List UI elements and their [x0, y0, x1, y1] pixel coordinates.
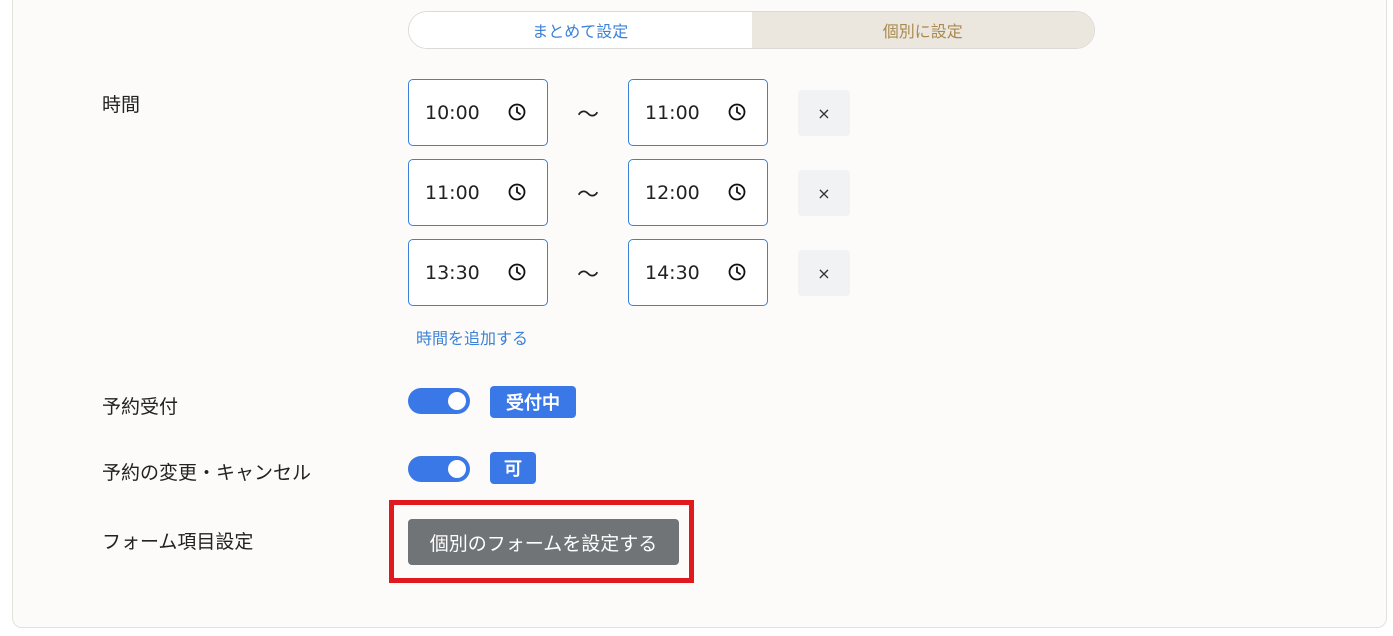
clock-icon — [728, 103, 746, 121]
form-settings-label: フォーム項目設定 — [102, 531, 254, 553]
toggle-knob — [448, 460, 466, 478]
end-time-value: 12:00 — [645, 181, 700, 204]
change-cancel-label: 予約の変更・キャンセル — [102, 462, 312, 484]
clock-icon — [508, 263, 526, 281]
clock-icon — [508, 103, 526, 121]
start-time-input-2[interactable]: 11:00 — [408, 159, 548, 226]
end-time-input-3[interactable]: 14:30 — [628, 239, 768, 306]
clock-icon — [728, 183, 746, 201]
reservation-toggle[interactable] — [408, 388, 470, 414]
end-time-value: 14:30 — [645, 261, 700, 284]
change-cancel-toggle[interactable] — [408, 456, 470, 482]
add-time-link[interactable]: 時間を追加する — [416, 325, 528, 349]
range-separator: 〜 — [576, 103, 599, 128]
delete-time-button-2[interactable]: × — [798, 170, 850, 216]
start-time-input-1[interactable]: 10:00 — [408, 79, 548, 146]
setting-mode-toggle: まとめて設定 個別に設定 — [408, 11, 1095, 49]
toggle-knob — [448, 392, 466, 410]
change-cancel-status-badge: 可 — [490, 452, 536, 484]
range-separator: 〜 — [576, 183, 599, 208]
end-time-value: 11:00 — [645, 101, 700, 124]
clock-icon — [508, 183, 526, 201]
delete-time-button-3[interactable]: × — [798, 250, 850, 296]
individual-form-button[interactable]: 個別のフォームを設定する — [408, 519, 679, 565]
start-time-value: 10:00 — [425, 101, 480, 124]
time-label: 時間 — [102, 94, 141, 116]
start-time-value: 13:30 — [425, 261, 480, 284]
reservation-label: 予約受付 — [102, 396, 179, 418]
clock-icon — [728, 263, 746, 281]
start-time-value: 11:00 — [425, 181, 480, 204]
start-time-input-3[interactable]: 13:30 — [408, 239, 548, 306]
end-time-input-2[interactable]: 12:00 — [628, 159, 768, 226]
range-separator: 〜 — [576, 263, 599, 288]
tab-individual-setting[interactable]: 個別に設定 — [751, 12, 1094, 48]
tab-bulk-setting[interactable]: まとめて設定 — [409, 12, 752, 48]
reservation-status-badge: 受付中 — [490, 386, 576, 418]
delete-time-button-1[interactable]: × — [798, 90, 850, 136]
end-time-input-1[interactable]: 11:00 — [628, 79, 768, 146]
